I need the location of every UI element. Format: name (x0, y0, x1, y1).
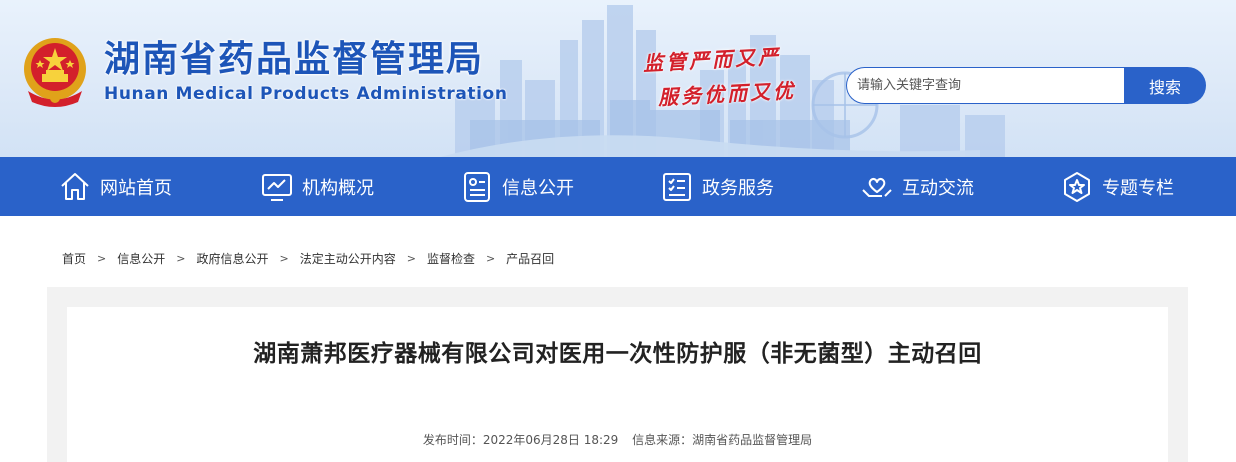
nav-label: 政务服务 (702, 177, 774, 199)
breadcrumb-home[interactable]: 首页 (62, 250, 86, 267)
breadcrumb-statutory-content[interactable]: 法定主动公开内容 (300, 250, 396, 267)
home-icon (58, 170, 92, 204)
breadcrumb-separator: > (279, 251, 289, 265)
nav-label: 机构概况 (302, 177, 374, 199)
publish-time: 2022年06月28日 18:29 (482, 433, 619, 447)
breadcrumb-product-recall[interactable]: 产品召回 (506, 250, 554, 267)
publish-label: 发布时间： (422, 433, 483, 447)
star-badge-icon (1060, 170, 1094, 204)
site-title: 湖南省药品监督管理局 (104, 39, 485, 80)
heart-hands-icon (860, 170, 894, 204)
breadcrumb-gov-info-public[interactable]: 政府信息公开 (196, 250, 268, 267)
nav-label: 专题专栏 (1102, 177, 1174, 199)
nav-item-info-public[interactable]: 信息公开 (460, 157, 574, 216)
breadcrumb-supervision[interactable]: 监督检查 (427, 250, 475, 267)
chart-monitor-icon (260, 170, 294, 204)
article-meta: 发布时间：2022年06月28日 18:29 信息来源：湖南省药品监督管理局 (67, 431, 1168, 448)
document-info-icon (460, 170, 494, 204)
site-subtitle: Hunan Medical Products Administration (104, 84, 508, 104)
header-banner: 湖南省药品监督管理局 Hunan Medical Products Admini… (0, 0, 1236, 157)
search-button[interactable]: 搜索 (1124, 67, 1206, 104)
checklist-icon (660, 170, 694, 204)
breadcrumb-separator: > (485, 251, 496, 265)
article-card: 湖南萧邦医疗器械有限公司对医用一次性防护服（非无菌型）主动召回 发布时间：202… (67, 307, 1168, 462)
breadcrumb-separator: > (406, 251, 416, 265)
breadcrumb-separator: > (97, 251, 107, 265)
nav-label: 互动交流 (902, 177, 974, 199)
breadcrumb: 首页 > 信息公开 > 政府信息公开 > 法定主动公开内容 > 监督检查 > 产… (62, 248, 554, 268)
nav-item-home[interactable]: 网站首页 (58, 157, 172, 216)
nav-item-about[interactable]: 机构概况 (260, 157, 374, 216)
nav-item-special-topics[interactable]: 专题专栏 (1060, 157, 1174, 216)
main-nav: 网站首页 机构概况 信息公开 政务服务 互动交流 专题专栏 (0, 157, 1236, 216)
nav-item-gov-service[interactable]: 政务服务 (660, 157, 774, 216)
publish-info: 发布时间：2022年06月28日 18:29 (423, 433, 619, 447)
source-value: 湖南省药品监督管理局 (692, 433, 813, 447)
search-input[interactable] (846, 67, 1130, 104)
source-info: 信息来源：湖南省药品监督管理局 (632, 433, 812, 447)
nav-label: 信息公开 (502, 177, 574, 199)
search-box: 搜索 (846, 67, 1206, 104)
nav-label: 网站首页 (100, 177, 172, 199)
national-emblem-icon (24, 38, 86, 107)
source-label: 信息来源： (632, 433, 693, 447)
breadcrumb-separator: > (176, 251, 186, 265)
breadcrumb-info-public[interactable]: 信息公开 (117, 250, 165, 267)
article-title: 湖南萧邦医疗器械有限公司对医用一次性防护服（非无菌型）主动召回 (253, 341, 982, 367)
nav-item-interaction[interactable]: 互动交流 (860, 157, 974, 216)
